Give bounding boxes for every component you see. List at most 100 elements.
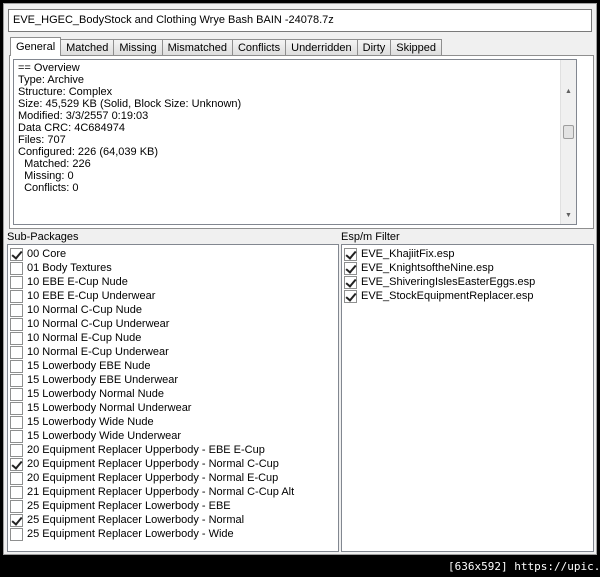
unchecked-checkbox-icon[interactable] [10,261,23,275]
overview-line: Type: Archive [18,74,85,86]
unchecked-checkbox-icon[interactable] [10,415,23,429]
sub-package-item[interactable]: 20 Equipment Replacer Upperbody - Normal… [8,471,338,485]
overview-line: Configured: 226 (64,039 KB) [18,146,159,158]
sub-package-item[interactable]: 15 Lowerbody Wide Nude [8,415,338,429]
esp-filter-label: Esp/m Filter [341,231,400,243]
unchecked-checkbox-icon[interactable] [10,359,23,373]
overview-line: Missing: 0 [18,170,74,182]
sub-package-item-label: 21 Equipment Replacer Upperbody - Normal… [27,486,295,498]
sub-package-item[interactable]: 15 Lowerbody EBE Underwear [8,373,338,387]
checked-checkbox-icon[interactable] [344,247,357,261]
sub-package-item-label: 10 Normal C-Cup Underwear [27,318,170,330]
sub-package-item-label: 20 Equipment Replacer Upperbody - EBE E-… [27,444,265,456]
sub-packages-list[interactable]: 00 Core 01 Body Textures 10 EBE E-Cup Nude… [7,244,339,552]
unchecked-checkbox-icon[interactable] [10,345,23,359]
general-tab-panel: == Overview Type: Archive Structure: Compl… [9,55,594,229]
unchecked-checkbox-icon[interactable] [10,443,23,457]
sub-package-item[interactable]: 25 Equipment Replacer Lowerbody - Wide [8,527,338,541]
overview-line: Data CRC: 4C684974 [18,122,126,134]
details-tab-strip: General Matched Missing Mismatched Conflicts… [10,37,443,56]
sub-package-item-label: 10 Normal E-Cup Nude [27,332,142,344]
unchecked-checkbox-icon[interactable] [10,429,23,443]
overview-line: Conflicts: 0 [18,182,79,194]
installer-details-panel: EVE_HGEC_BodyStock and Clothing Wrye Bas… [3,3,597,555]
sub-package-item[interactable]: 15 Lowerbody EBE Nude [8,359,338,373]
esp-filter-item-label: EVE_KnightsoftheNine.esp [361,262,494,274]
sub-package-item[interactable]: 15 Lowerbody Wide Underwear [8,429,338,443]
tab-mismatched[interactable]: Mismatched [161,39,233,56]
unchecked-checkbox-icon[interactable] [10,499,23,513]
overview-line: == Overview [18,62,80,74]
tab-underridden[interactable]: Underridden [285,39,358,56]
esp-filter-item[interactable]: EVE_ShiveringIslesEasterEggs.esp [342,275,593,289]
unchecked-checkbox-icon[interactable] [10,527,23,541]
esp-filter-item-label: EVE_StockEquipmentReplacer.esp [361,290,534,302]
sub-package-item-label: 15 Lowerbody EBE Nude [27,360,151,372]
unchecked-checkbox-icon[interactable] [10,401,23,415]
sub-package-item-label: 25 Equipment Replacer Lowerbody - Normal [27,514,245,526]
sub-package-item[interactable]: 15 Lowerbody Normal Underwear [8,401,338,415]
overview-line: Files: 707 [18,134,66,146]
overview-line: Structure: Complex [18,86,113,98]
sub-package-item[interactable]: 21 Equipment Replacer Upperbody - Normal… [8,485,338,499]
sub-package-item[interactable]: 10 Normal E-Cup Nude [8,331,338,345]
esp-filter-item[interactable]: EVE_KhajiitFix.esp [342,247,593,261]
sub-package-item[interactable]: 15 Lowerbody Normal Nude [8,387,338,401]
checked-checkbox-icon[interactable] [344,261,357,275]
sub-package-item-label: 25 Equipment Replacer Lowerbody - Wide [27,528,234,540]
sub-package-item-label: 10 EBE E-Cup Nude [27,276,128,288]
image-host-watermark: [636x592] https://upic.me/ [448,560,600,573]
sub-package-item[interactable]: 25 Equipment Replacer Lowerbody - Normal [8,513,338,527]
esp-filter-item[interactable]: EVE_StockEquipmentReplacer.esp [342,289,593,303]
overview-line: Modified: 3/3/2557 0:19:03 [18,110,149,122]
sub-package-item[interactable]: 10 EBE E-Cup Nude [8,275,338,289]
sub-package-item-label: 10 EBE E-Cup Underwear [27,290,156,302]
checked-checkbox-icon[interactable] [344,275,357,289]
sub-package-item-label: 01 Body Textures [27,262,112,274]
sub-package-item[interactable]: 25 Equipment Replacer Lowerbody - EBE [8,499,338,513]
unchecked-checkbox-icon[interactable] [10,289,23,303]
sub-package-item[interactable]: 10 Normal E-Cup Underwear [8,345,338,359]
sub-package-item[interactable]: 10 EBE E-Cup Underwear [8,289,338,303]
package-name-field[interactable]: EVE_HGEC_BodyStock and Clothing Wrye Bas… [8,9,592,32]
esp-filter-item-label: EVE_KhajiitFix.esp [361,248,455,260]
sub-package-item[interactable]: 20 Equipment Replacer Upperbody - Normal… [8,457,338,471]
unchecked-checkbox-icon[interactable] [10,317,23,331]
sub-package-item[interactable]: 01 Body Textures [8,261,338,275]
overview-text-area[interactable]: == Overview Type: Archive Structure: Compl… [13,59,577,225]
sub-package-item-label: 15 Lowerbody Wide Nude [27,416,154,428]
scroll-down-arrow-icon[interactable]: ▼ [561,208,576,224]
esp-filter-list[interactable]: EVE_KhajiitFix.esp EVE_KnightsoftheNine.e… [341,244,594,552]
unchecked-checkbox-icon[interactable] [10,303,23,317]
unchecked-checkbox-icon[interactable] [10,485,23,499]
esp-filter-item-label: EVE_ShiveringIslesEasterEggs.esp [361,276,536,288]
sub-package-item[interactable]: 00 Core [8,247,338,261]
overview-scrollbar[interactable]: ▲ ▼ [560,60,576,224]
tab-missing[interactable]: Missing [113,39,163,56]
sub-package-item-label: 10 Normal C-Cup Nude [27,304,142,316]
tab-skipped[interactable]: Skipped [390,39,443,56]
tab-dirty[interactable]: Dirty [356,39,392,56]
checked-checkbox-icon[interactable] [10,457,23,471]
unchecked-checkbox-icon[interactable] [10,331,23,345]
sub-package-item-label: 15 Lowerbody EBE Underwear [27,374,179,386]
unchecked-checkbox-icon[interactable] [10,471,23,485]
tab-general[interactable]: General [10,37,62,56]
overview-line: Size: 45,529 KB (Solid, Block Size: Unkn… [18,98,242,110]
sub-package-item[interactable]: 10 Normal C-Cup Nude [8,303,338,317]
checked-checkbox-icon[interactable] [10,513,23,527]
sub-package-item[interactable]: 10 Normal C-Cup Underwear [8,317,338,331]
tab-matched[interactable]: Matched [60,39,115,56]
checked-checkbox-icon[interactable] [10,247,23,261]
scroll-thumb[interactable] [563,125,574,139]
sub-package-item-label: 20 Equipment Replacer Upperbody - Normal… [27,472,279,484]
unchecked-checkbox-icon[interactable] [10,387,23,401]
tab-conflicts[interactable]: Conflicts [231,39,287,56]
esp-filter-item[interactable]: EVE_KnightsoftheNine.esp [342,261,593,275]
unchecked-checkbox-icon[interactable] [10,373,23,387]
checked-checkbox-icon[interactable] [344,289,357,303]
sub-package-item-label: 15 Lowerbody Normal Underwear [27,402,192,414]
unchecked-checkbox-icon[interactable] [10,275,23,289]
sub-package-item[interactable]: 20 Equipment Replacer Upperbody - EBE E-… [8,443,338,457]
scroll-up-arrow-icon[interactable]: ▲ [561,84,576,100]
